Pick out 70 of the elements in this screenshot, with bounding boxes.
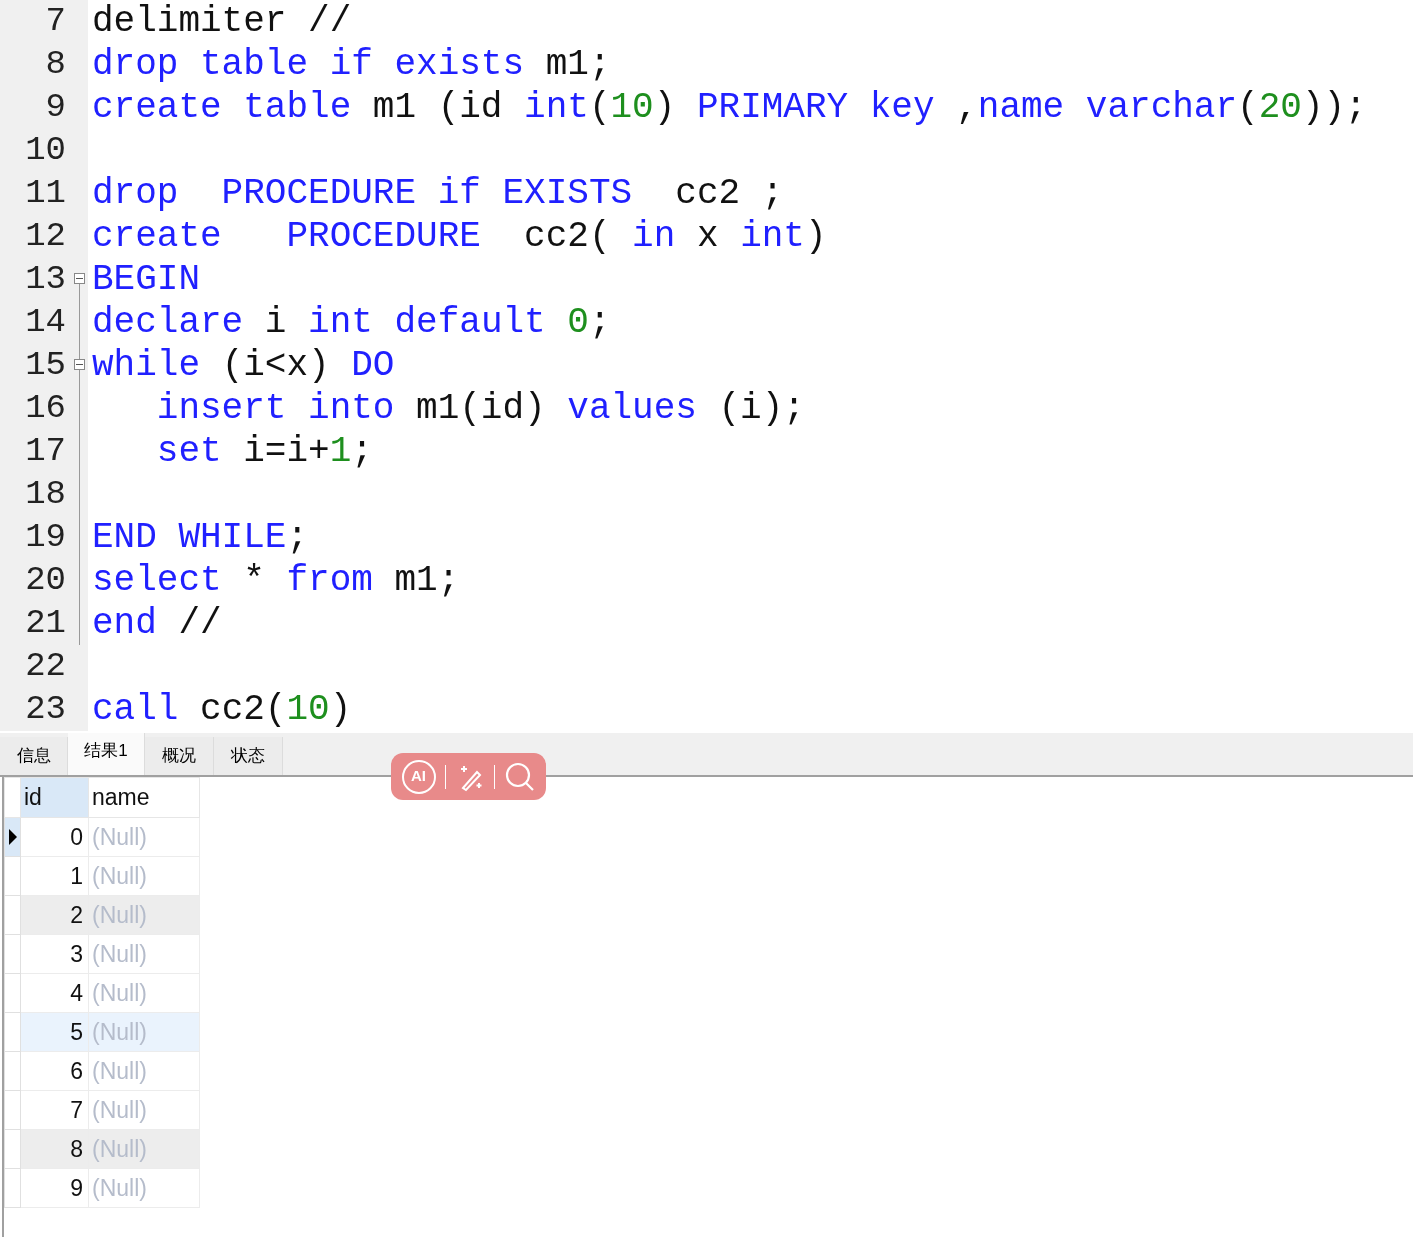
table-cell: 2: [20, 895, 89, 935]
result-tab[interactable]: 概况: [145, 737, 214, 775]
code-line: BEGIN: [91, 261, 201, 298]
row-header-cell[interactable]: [4, 817, 21, 857]
table-cell: (Null): [88, 817, 200, 857]
table-cell: (Null): [88, 895, 200, 935]
row-header-cell[interactable]: [4, 973, 21, 1013]
line-number: 16: [24, 388, 66, 429]
code-line: drop PROCEDURE if EXISTS cc2 ;: [91, 175, 784, 212]
table-cell: (Null): [88, 1090, 200, 1130]
table-cell: (Null): [88, 1051, 200, 1091]
line-number: 13: [24, 259, 66, 300]
line-number: 7: [44, 1, 66, 42]
table-cell: (Null): [88, 934, 200, 974]
row-header-cell[interactable]: [4, 1012, 21, 1052]
code-line: drop table if exists m1;: [91, 46, 611, 83]
table-cell: 1: [20, 856, 89, 896]
row-header-cell[interactable]: [4, 1051, 21, 1091]
table-cell: 5: [20, 1012, 89, 1052]
code-line: call cc2(10): [91, 691, 352, 728]
table-cell: (Null): [88, 1168, 200, 1208]
line-number: 20: [24, 560, 66, 601]
table-cell: 0: [20, 817, 89, 857]
line-number: 9: [44, 87, 66, 128]
table-cell: 4: [20, 973, 89, 1013]
row-header-cell[interactable]: [4, 934, 21, 974]
line-number: 19: [24, 517, 66, 558]
line-number: 21: [24, 603, 66, 644]
row-header-cell[interactable]: [4, 856, 21, 896]
table-cell: 8: [20, 1129, 89, 1169]
current-row-icon: [9, 829, 17, 845]
row-header-cell[interactable]: [4, 1168, 21, 1208]
table-cell: 6: [20, 1051, 89, 1091]
fold-toggle-icon[interactable]: [74, 273, 85, 284]
row-header-cell[interactable]: [4, 895, 21, 935]
table-cell: (Null): [88, 856, 200, 896]
code-line: declare i int default 0;: [91, 304, 611, 341]
code-line: create table m1 (id int(10) PRIMARY key ,name varchar(20));: [91, 89, 1367, 126]
table-cell: 3: [20, 934, 89, 974]
table-cell: (Null): [88, 973, 200, 1013]
line-number: 11: [24, 173, 66, 214]
fold-toggle-icon[interactable]: [74, 359, 85, 370]
column-header[interactable]: name: [88, 777, 200, 818]
code-line: select * from m1;: [91, 562, 460, 599]
code-line: insert into m1(id) values (i);: [155, 390, 805, 427]
line-number: 8: [44, 44, 66, 85]
code-line: END WHILE;: [91, 519, 309, 556]
code-line: end //: [91, 605, 222, 642]
code-line: while (i<x) DO: [91, 347, 395, 384]
line-number: 12: [24, 216, 66, 257]
line-number: 15: [24, 345, 66, 386]
line-number: 22: [24, 646, 66, 687]
line-number: 23: [24, 689, 66, 730]
search-icon[interactable]: [503, 760, 536, 793]
result-tab[interactable]: 状态: [214, 737, 283, 775]
code-line: create PROCEDURE cc2( in x int): [91, 218, 827, 255]
table-cell: (Null): [88, 1129, 200, 1169]
result-tab[interactable]: 结果1: [68, 733, 145, 775]
line-number: 14: [24, 302, 66, 343]
line-number: 18: [24, 474, 66, 515]
table-cell: 9: [20, 1168, 89, 1208]
table-cell: 7: [20, 1090, 89, 1130]
line-number: 10: [24, 130, 66, 171]
line-number: 17: [24, 431, 66, 472]
result-tab[interactable]: 信息: [0, 737, 68, 775]
code-line: set i=i+1;: [155, 433, 373, 470]
row-header-cell[interactable]: [4, 1129, 21, 1169]
code-line: delimiter //: [91, 3, 352, 40]
column-header[interactable]: id: [20, 777, 89, 818]
row-header-cell[interactable]: [4, 1090, 21, 1130]
